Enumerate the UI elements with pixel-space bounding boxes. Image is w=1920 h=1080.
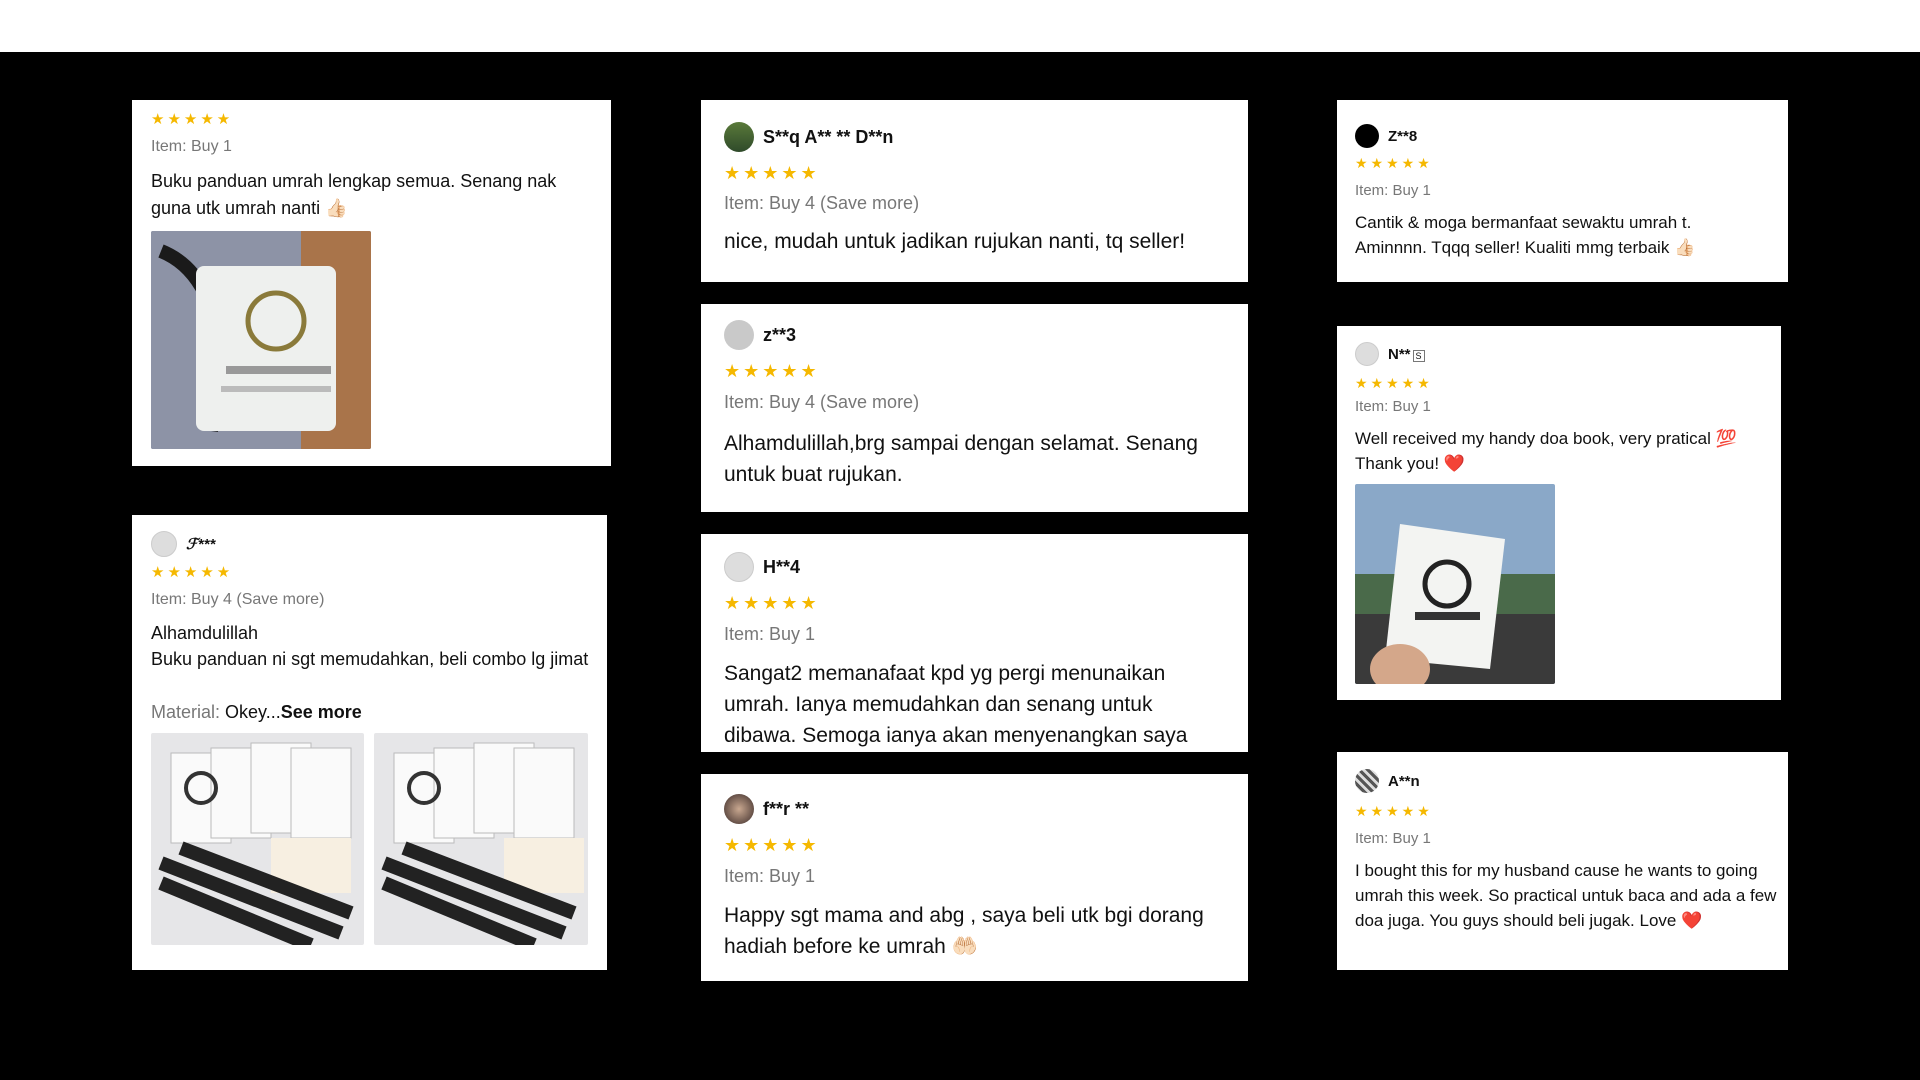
baitullah-card-in-car-photo-icon bbox=[1355, 484, 1555, 684]
review-card-6: f**r ** ★★★★★ Item: Buy 1 Happy sgt mama… bbox=[701, 774, 1248, 981]
avatar bbox=[724, 320, 754, 350]
review-photo-2[interactable] bbox=[374, 733, 588, 945]
username: Z**8 bbox=[1388, 127, 1418, 145]
star-rating: ★★★★★ bbox=[151, 111, 234, 128]
username: N** S bbox=[1388, 346, 1425, 363]
username: z**3 bbox=[763, 324, 797, 345]
item-variant: Item: Buy 4 (Save more) bbox=[151, 591, 325, 608]
thumbs-up-emoji: 👍🏻 bbox=[325, 198, 348, 219]
star-rating: ★★★★★ bbox=[151, 564, 234, 581]
item-variant: Item: Buy 1 bbox=[724, 866, 816, 886]
review-photo[interactable] bbox=[1355, 484, 1555, 684]
star-rating: ★★★★★ bbox=[1355, 375, 1433, 391]
item-variant: Item: Buy 1 bbox=[1355, 398, 1431, 415]
top-white-bar bbox=[0, 0, 1920, 52]
item-variant: Item: Buy 4 (Save more) bbox=[724, 392, 920, 412]
star-rating: ★★★★★ bbox=[724, 835, 820, 855]
review-card-4: z**3 ★★★★★ Item: Buy 4 (Save more) Alham… bbox=[701, 304, 1248, 512]
avatar bbox=[1355, 342, 1379, 366]
review-photo-lanyard[interactable] bbox=[151, 231, 371, 449]
star-rating: ★★★★★ bbox=[724, 361, 820, 381]
star-rating: ★★★★★ bbox=[724, 593, 820, 613]
praying-hands-emoji: 🤲🏻 bbox=[951, 934, 978, 958]
item-variant: Item: Buy 1 bbox=[1355, 830, 1431, 847]
avatar bbox=[724, 794, 754, 824]
review-card-2: ℱ*** ★★★★★ Item: Buy 4 (Save more) Alham… bbox=[132, 515, 607, 970]
item-variant: Item: Buy 1 bbox=[151, 138, 232, 155]
avatar bbox=[724, 552, 754, 582]
review-card-9: A**n ★★★★★ Item: Buy 1 I bought this for… bbox=[1337, 752, 1788, 970]
star-rating: ★★★★★ bbox=[724, 163, 820, 183]
baitullah-set-photo-icon bbox=[374, 733, 588, 945]
username: f**r ** bbox=[763, 798, 810, 819]
avatar bbox=[724, 122, 754, 152]
red-heart-emoji: ❤️ bbox=[1681, 911, 1703, 931]
star-rating: ★★★★★ bbox=[1355, 803, 1433, 819]
review-text: Well received my handy doa book, very pr… bbox=[1355, 429, 1737, 473]
review-card-5: H**4 ★★★★★ Item: Buy 1 Sangat2 memanafaa… bbox=[701, 534, 1248, 752]
material-label: Material: bbox=[151, 702, 221, 722]
review-text: Buku panduan umrah lengkap semua. Senang… bbox=[151, 171, 557, 218]
username: A**n bbox=[1388, 772, 1420, 790]
review-text: nice, mudah untuk jadikan rujukan nanti,… bbox=[724, 230, 1186, 253]
red-heart-emoji: ❤️ bbox=[1443, 454, 1466, 474]
review-photo-1[interactable] bbox=[151, 733, 364, 945]
avatar bbox=[1355, 124, 1379, 148]
thumbs-up-emoji: 👍🏻 bbox=[1674, 238, 1696, 258]
username: ℱ*** bbox=[186, 536, 216, 553]
review-text: Cantik & moga bermanfaat sewaktu umrah t… bbox=[1355, 213, 1692, 257]
review-text: Alhamdulillah Buku panduan ni sgt memuda… bbox=[151, 623, 589, 669]
review-text: Sangat2 memanafaat kpd yg pergi menunaik… bbox=[724, 662, 1188, 747]
see-more-link[interactable]: See more bbox=[281, 702, 362, 722]
review-text: I bought this for my husband cause he wa… bbox=[1355, 861, 1777, 930]
username: S**q A** ** D**n bbox=[763, 126, 894, 147]
material-value: Okey... bbox=[220, 702, 281, 722]
review-card-7: Z**8 ★★★★★ Item: Buy 1 Cantik & moga ber… bbox=[1337, 100, 1788, 282]
review-card-3: S**q A** ** D**n ★★★★★ Item: Buy 4 (Save… bbox=[701, 100, 1248, 282]
item-variant: Item: Buy 1 bbox=[724, 624, 816, 644]
baitullah-set-photo-icon bbox=[151, 733, 364, 945]
review-text: Alhamdulillah,brg sampai dengan selamat.… bbox=[724, 432, 1198, 486]
avatar bbox=[151, 531, 177, 557]
item-variant: Item: Buy 4 (Save more) bbox=[724, 193, 920, 213]
user-badge: S bbox=[1412, 349, 1425, 362]
item-variant: Item: Buy 1 bbox=[1355, 182, 1431, 199]
star-rating: ★★★★★ bbox=[1355, 155, 1433, 171]
review-card-8: N** S ★★★★★ Item: Buy 1 Well received my … bbox=[1337, 326, 1781, 700]
lanyard-card-photo-icon bbox=[151, 231, 371, 449]
username: H**4 bbox=[763, 556, 801, 577]
review-card-1: ★★★★★ Item: Buy 1 Buku panduan umrah len… bbox=[132, 100, 611, 466]
avatar bbox=[1355, 769, 1379, 793]
